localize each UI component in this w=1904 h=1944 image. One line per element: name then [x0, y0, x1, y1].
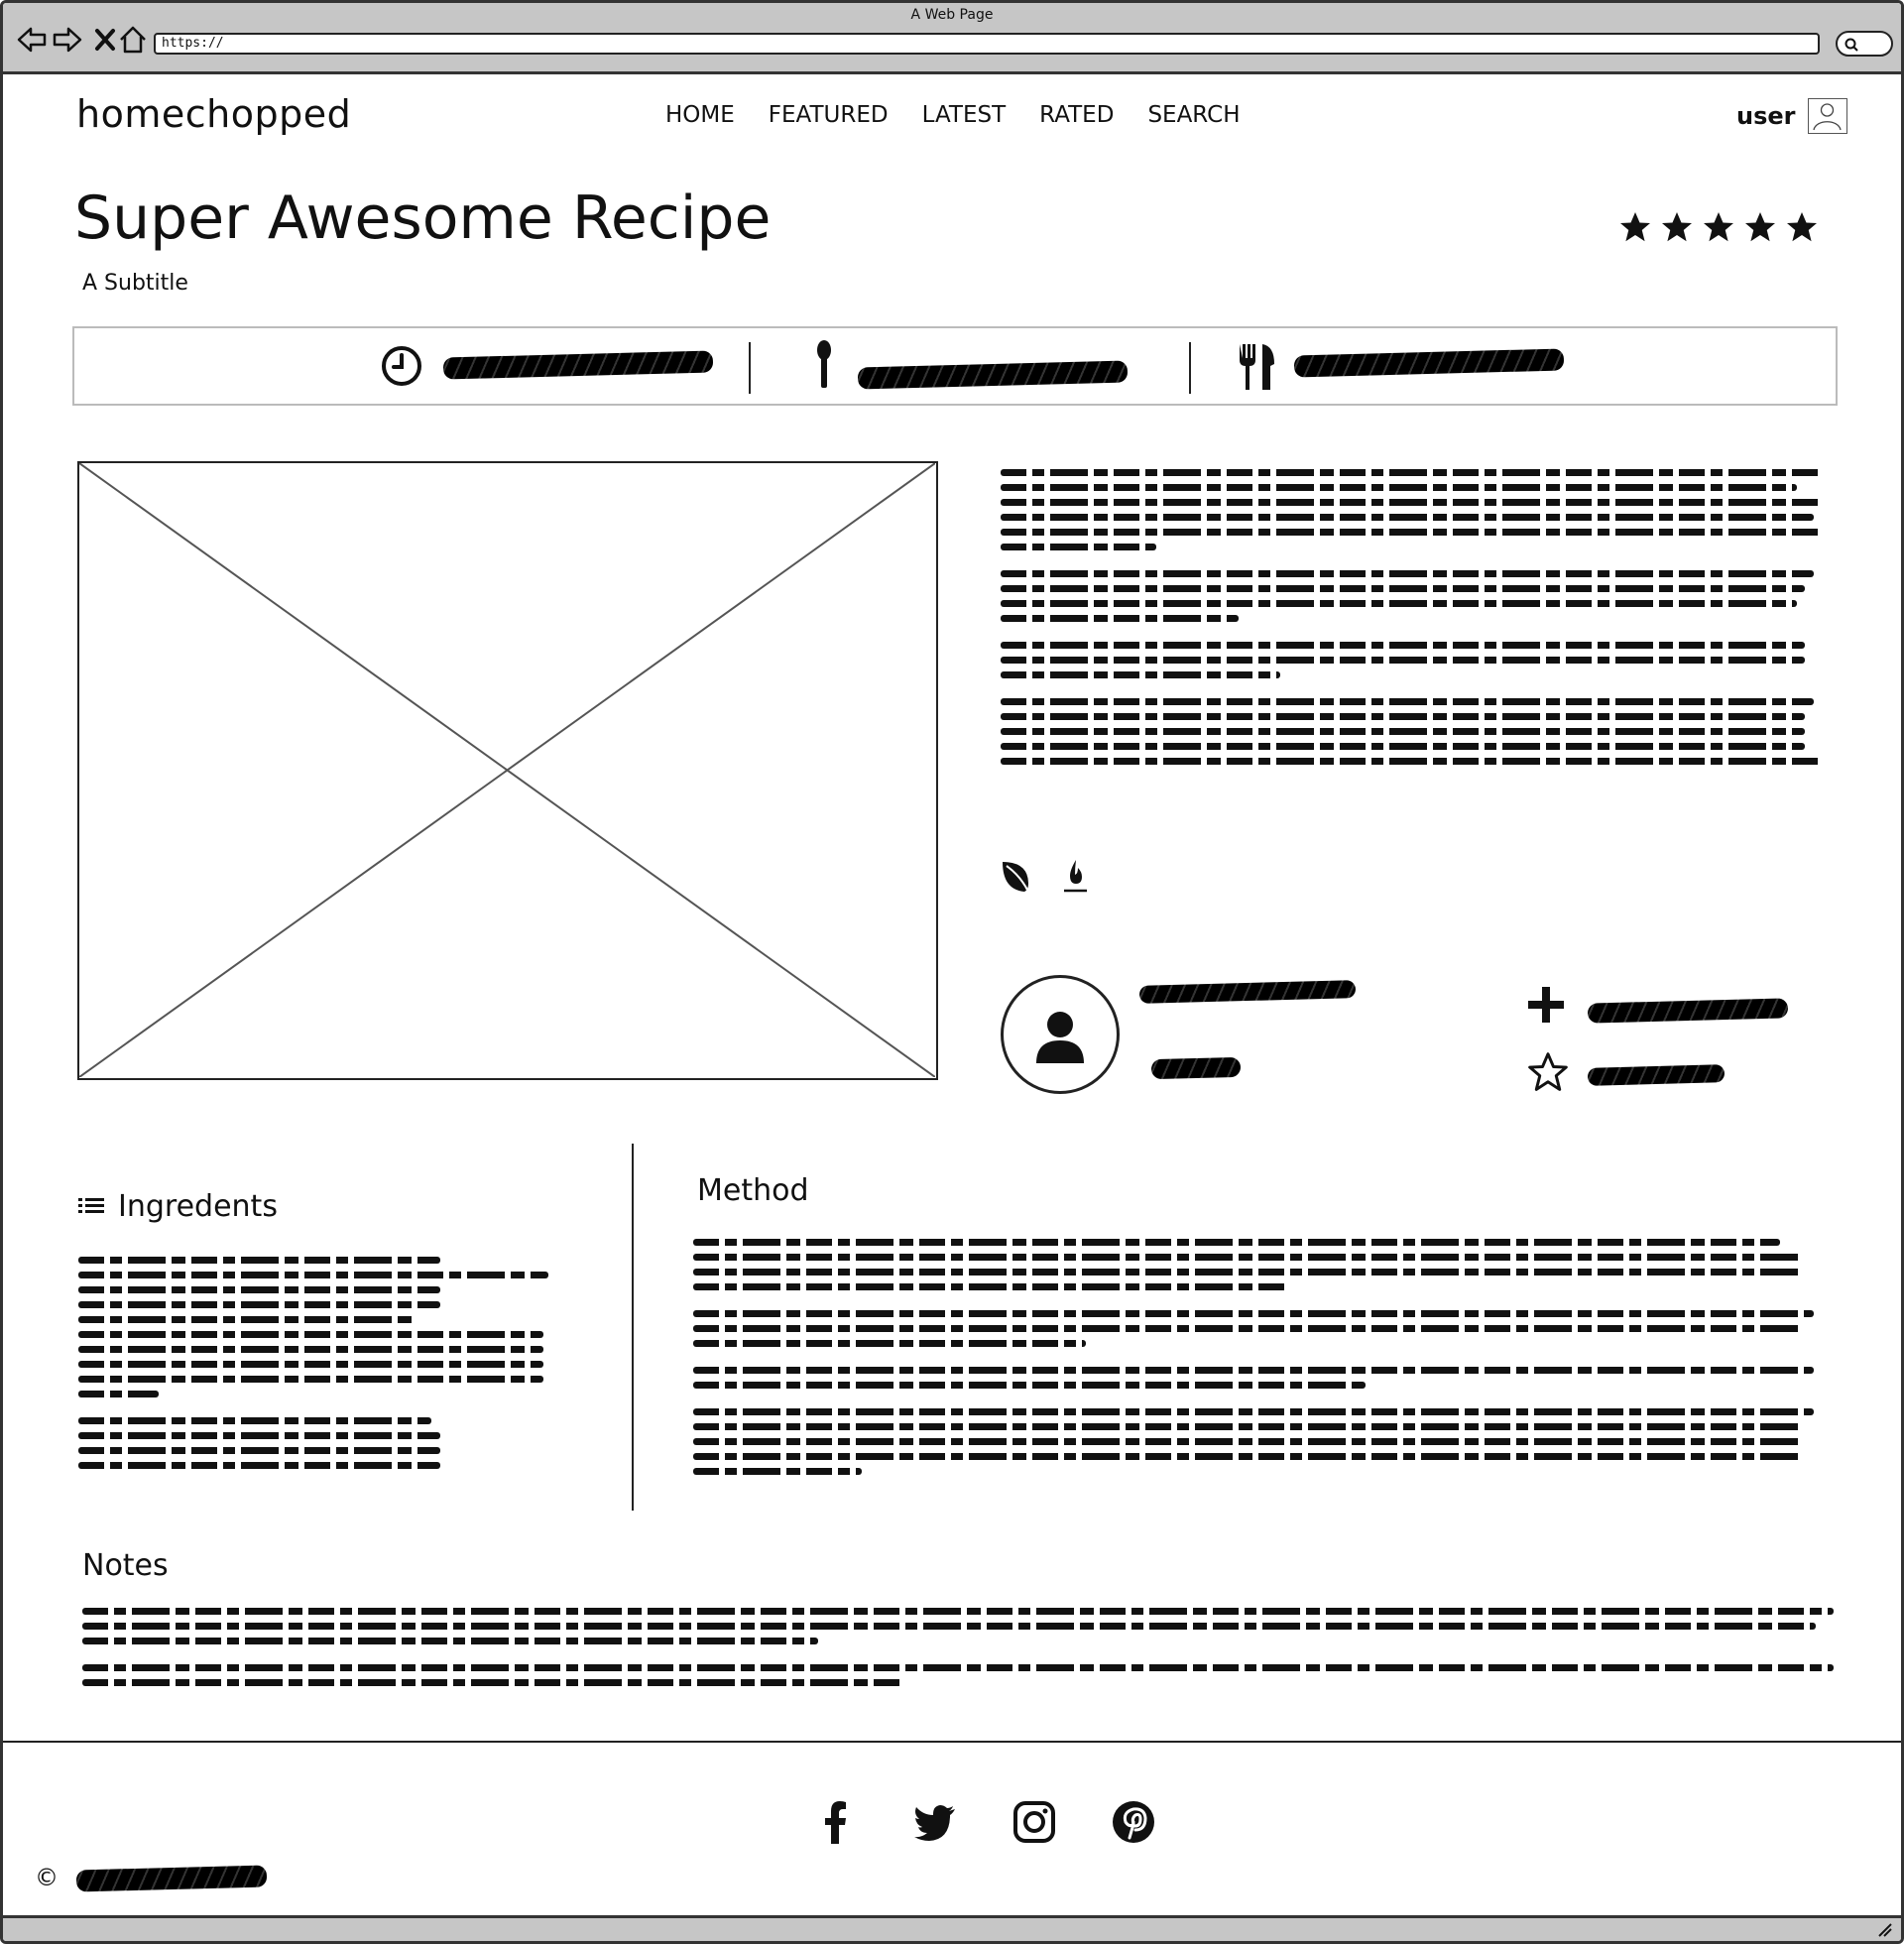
ingredients-heading-label: Ingredents	[118, 1189, 278, 1224]
nav-home[interactable]: HOME	[665, 102, 735, 128]
column-divider	[632, 1144, 634, 1511]
paragraph	[78, 1257, 548, 1397]
paragraph	[1001, 469, 1822, 550]
nav-featured[interactable]: FEATURED	[769, 102, 889, 128]
user-icon	[1813, 103, 1842, 131]
copyright-text	[75, 1865, 268, 1892]
resize-grip-icon[interactable]	[1875, 1920, 1893, 1938]
spoon-icon	[817, 340, 831, 388]
recipe-title: Super Awesome Recipe	[74, 183, 772, 253]
nav-search[interactable]: SEARCH	[1147, 102, 1240, 128]
author-avatar[interactable]	[1001, 975, 1120, 1094]
star-outline-icon[interactable]	[1526, 1050, 1570, 1094]
window-title: A Web Page	[910, 7, 994, 23]
main-nav: HOME FEATURED LATEST RATED SEARCH	[665, 102, 1274, 128]
meta-divider	[1189, 342, 1191, 394]
browser-search-box[interactable]	[1836, 31, 1893, 57]
facebook-icon[interactable]	[812, 1798, 860, 1846]
url-input[interactable]: https://	[154, 33, 1820, 55]
leaf-icon	[1003, 862, 1029, 893]
star-icon[interactable]	[1784, 209, 1820, 245]
user-label[interactable]: user	[1736, 102, 1795, 130]
paragraph	[693, 1239, 1814, 1290]
paragraph	[693, 1408, 1814, 1475]
recipe-description	[1001, 469, 1822, 785]
method-text	[693, 1239, 1814, 1495]
site-logo[interactable]: homechopped	[76, 92, 351, 136]
paragraph	[693, 1310, 1814, 1347]
home-icon[interactable]	[116, 23, 150, 57]
flame-icon	[1064, 860, 1087, 893]
paragraph	[82, 1664, 1834, 1686]
notes-text	[82, 1608, 1834, 1706]
favourite-text[interactable]	[1587, 1064, 1726, 1086]
nav-latest[interactable]: LATEST	[922, 102, 1007, 128]
list-icon	[78, 1197, 104, 1213]
prep-time-text	[442, 350, 714, 380]
browser-chrome: A Web Page https://	[3, 3, 1901, 74]
diet-icons	[999, 858, 1090, 894]
cuisine-text	[1293, 348, 1565, 378]
star-icon[interactable]	[1659, 209, 1695, 245]
recipe-meta-bar	[72, 326, 1838, 406]
author-meta-text	[1150, 1056, 1242, 1080]
notes-heading: Notes	[82, 1548, 169, 1583]
star-icon[interactable]	[1701, 209, 1736, 245]
instagram-icon[interactable]	[1011, 1798, 1058, 1846]
paragraph	[693, 1367, 1814, 1389]
copyright-symbol: ©	[35, 1864, 59, 1891]
method-heading: Method	[697, 1173, 809, 1208]
rating-stars[interactable]	[1617, 209, 1820, 245]
ingredients-heading: Ingredents	[78, 1189, 278, 1224]
ingredients-list	[78, 1257, 548, 1489]
forward-arrow-icon[interactable]	[51, 23, 84, 57]
paragraph	[1001, 698, 1822, 765]
paragraph	[78, 1417, 548, 1469]
recipe-image-placeholder	[77, 461, 938, 1080]
star-icon[interactable]	[1742, 209, 1778, 245]
add-to-list-text[interactable]	[1587, 998, 1789, 1024]
social-links	[812, 1798, 1157, 1846]
nav-rated[interactable]: RATED	[1039, 102, 1114, 128]
clock-icon	[382, 346, 421, 386]
browser-status-bar	[3, 1915, 1901, 1941]
twitter-icon[interactable]	[911, 1798, 959, 1846]
paragraph	[82, 1608, 1834, 1644]
user-avatar[interactable]	[1808, 98, 1847, 134]
user-icon	[1036, 1012, 1084, 1063]
fork-knife-icon	[1240, 344, 1274, 390]
recipe-subtitle: A Subtitle	[82, 271, 188, 296]
servings-text	[857, 360, 1129, 390]
image-placeholder-cross	[78, 462, 936, 1078]
author-name-text	[1138, 980, 1357, 1004]
footer-divider	[3, 1741, 1901, 1743]
search-icon	[1844, 38, 1858, 52]
star-icon[interactable]	[1617, 209, 1653, 245]
browser-window: A Web Page https:// homechopped HOME FEA…	[0, 0, 1904, 1944]
back-arrow-icon[interactable]	[15, 23, 49, 57]
meta-divider	[749, 342, 751, 394]
paragraph	[1001, 642, 1822, 678]
paragraph	[1001, 570, 1822, 622]
plus-icon[interactable]	[1526, 985, 1566, 1025]
pinterest-icon[interactable]	[1110, 1798, 1157, 1846]
